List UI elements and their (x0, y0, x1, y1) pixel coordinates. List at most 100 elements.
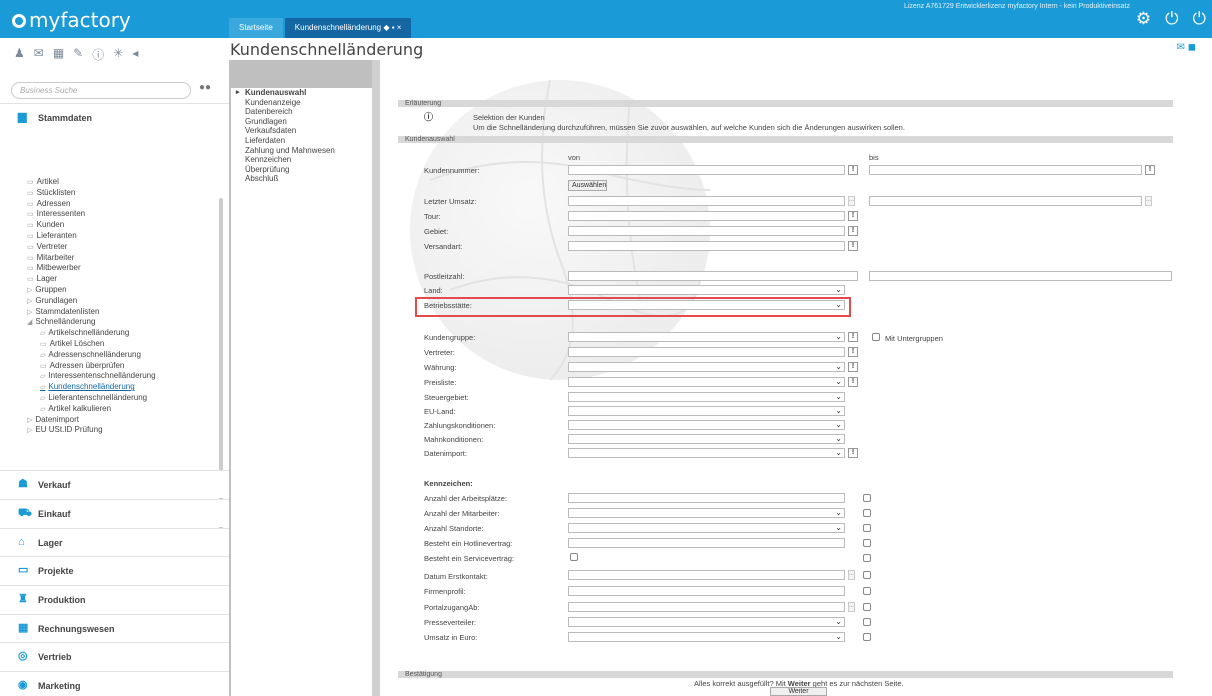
section-stammdaten[interactable]: ▆ Stammdaten (0, 103, 229, 131)
nav-artikelschnellaenderung[interactable]: ▱ Artikelschnelländerung (27, 328, 223, 339)
waehrung-lookup[interactable]: ! (848, 362, 858, 372)
datenimport-lookup[interactable]: ! (848, 448, 858, 458)
chat-icon[interactable]: ✎ (73, 46, 83, 63)
letzter-umsatz-von-input[interactable] (568, 196, 845, 206)
app-logo[interactable]: myfactory (12, 8, 131, 32)
portal-checkbox[interactable] (863, 603, 871, 611)
section-lager[interactable]: ⌂ Lager (0, 528, 229, 556)
kundengruppe-select[interactable]: ⌄ (568, 332, 845, 342)
letzter-umsatz-bis-input[interactable] (869, 196, 1142, 206)
postleitzahl-von-input[interactable] (568, 271, 858, 281)
land-select[interactable]: ⌄ (568, 285, 845, 295)
letzter-umsatz-von-picker[interactable]: ... (848, 196, 855, 206)
standorte-checkbox[interactable] (863, 524, 871, 532)
zahlungskonditionen-select[interactable]: ⌄ (568, 420, 845, 430)
service-checkbox[interactable] (863, 554, 871, 562)
nav-artikel[interactable]: ▭ Artikel (27, 177, 223, 188)
pin-icon[interactable]: ♟ (14, 46, 25, 63)
wizard-step-kundenauswahl[interactable]: Kundenauswahl (231, 88, 373, 98)
erstkontakt-input[interactable] (568, 570, 845, 580)
tab-controls-icon[interactable]: ◆ ▪ × (383, 23, 401, 32)
tab-kundenschnellaenderung[interactable]: Kundenschnelländerung ◆ ▪ × (284, 18, 412, 38)
datenimport-select[interactable]: ⌄ (568, 448, 845, 458)
business-search-input[interactable]: Business Suche (11, 82, 191, 99)
mitarbeiter-select[interactable]: ⌄ (568, 508, 845, 518)
service-value-checkbox[interactable] (570, 553, 578, 561)
kundennummer-von-input[interactable] (568, 165, 845, 175)
nav-vertreter[interactable]: ▭ Vertreter (27, 242, 223, 253)
calendar-icon[interactable]: ▦ (53, 46, 64, 63)
tour-input[interactable] (568, 211, 845, 221)
search-options-icon[interactable]: ●● (199, 82, 211, 93)
auswaehlen-button[interactable]: Auswählen (568, 180, 607, 191)
postleitzahl-bis-input[interactable] (869, 271, 1172, 281)
tab-startseite[interactable]: Startseite (229, 18, 283, 38)
nav-datenimport[interactable]: ▷ Datenimport (27, 415, 223, 426)
nav-mitarbeiter[interactable]: ▭ Mitarbeiter (27, 253, 223, 264)
vertreter-input[interactable] (568, 347, 845, 357)
nav-artikel-kalkulieren[interactable]: ▱ Artikel kalkulieren (27, 404, 223, 415)
standorte-select[interactable]: ⌄ (568, 523, 845, 533)
kundennummer-bis-lookup[interactable]: ! (1145, 165, 1155, 175)
nav-artikel-loeschen[interactable]: ▭ Artikel Löschen (27, 339, 223, 350)
nav-interessenten[interactable]: ▭ Interessenten (27, 209, 223, 220)
section-marketing[interactable]: ◉ Marketing (0, 671, 229, 696)
erstkontakt-checkbox[interactable] (863, 571, 871, 579)
firmenprofil-input[interactable] (568, 586, 845, 596)
tour-lookup[interactable]: ! (848, 211, 858, 221)
nav-adressenschnellaenderung[interactable]: ▱ Adressenschnelländerung (27, 350, 223, 361)
nav-adressen-ueberpruefen[interactable]: ▭ Adressen überprüfen (27, 361, 223, 372)
gebiet-input[interactable] (568, 226, 845, 236)
mahnkonditionen-select[interactable]: ⌄ (568, 434, 845, 444)
wizard-step-verkaufsdaten[interactable]: Verkaufsdaten (231, 126, 373, 136)
wizard-step-kundenanzeige[interactable]: Kundenanzeige (231, 98, 373, 108)
presse-select[interactable]: ⌄ (568, 617, 845, 627)
nav-eu-ustid[interactable]: ▷ EU USt.ID Prüfung (27, 425, 223, 436)
wizard-step-abschluss[interactable]: Abschluß (231, 174, 373, 184)
gear-icon[interactable]: ⚙ (1136, 9, 1151, 29)
kundennummer-von-lookup[interactable]: ! (848, 165, 858, 175)
section-vertrieb[interactable]: ◎ Vertrieb (0, 642, 229, 670)
nav-lager[interactable]: ▭ Lager (27, 274, 223, 285)
nav-stuecklisten[interactable]: ▭ Stücklisten (27, 188, 223, 199)
nav-mitbewerber[interactable]: ▭ Mitbewerber (27, 263, 223, 274)
nav-grundlagen[interactable]: ▷ Grundlagen (27, 296, 223, 307)
wizard-step-zahlung[interactable]: Zahlung und Mahnwesen (231, 146, 373, 156)
weiter-button[interactable]: Weiter (770, 687, 827, 696)
portal-input[interactable] (568, 602, 845, 612)
waehrung-select[interactable]: ⌄ (568, 362, 845, 372)
nav-interessentenschnellaenderung[interactable]: ▱ Interessentenschnelländerung (27, 371, 223, 382)
info-icon[interactable]: ⓘ (92, 46, 104, 63)
arbeitsplaetze-checkbox[interactable] (863, 494, 871, 502)
wizard-step-kennzeichen[interactable]: Kennzeichen (231, 155, 373, 165)
vertreter-lookup[interactable]: ! (848, 347, 858, 357)
power-icon[interactable]: ⏻ (1165, 9, 1178, 29)
logout-icon[interactable]: ⏻ (1193, 9, 1206, 29)
mail-icon[interactable]: ✉ ◼ (1177, 42, 1196, 53)
wizard-step-lieferdaten[interactable]: Lieferdaten (231, 136, 373, 146)
firmenprofil-checkbox[interactable] (863, 587, 871, 595)
section-projekte[interactable]: ▭ Projekte (0, 556, 229, 584)
nav-stammdatenlisten[interactable]: ▷ Stammdatenlisten (27, 307, 223, 318)
steuergebiet-select[interactable]: ⌄ (568, 392, 845, 402)
hotline-checkbox[interactable] (863, 539, 871, 547)
nav-adressen[interactable]: ▭ Adressen (27, 199, 223, 210)
section-produktion[interactable]: ♜ Produktion (0, 585, 229, 613)
presse-checkbox[interactable] (863, 618, 871, 626)
umsatz-select[interactable]: ⌄ (568, 632, 845, 642)
versandart-lookup[interactable]: ! (848, 241, 858, 251)
nav-schnellaenderung[interactable]: ◢ Schnelländerung (27, 317, 223, 328)
mit-untergruppen-checkbox[interactable] (872, 333, 880, 341)
mitarbeiter-checkbox[interactable] (863, 509, 871, 517)
portal-picker[interactable]: ... (848, 602, 855, 612)
erstkontakt-picker[interactable]: ... (848, 570, 855, 580)
section-einkauf[interactable]: ⛟ Einkauf (0, 499, 229, 527)
kundengruppe-lookup[interactable]: ! (848, 332, 858, 342)
section-rechnungswesen[interactable]: ▦ Rechnungswesen (0, 614, 229, 642)
preisliste-lookup[interactable]: ! (848, 377, 858, 387)
wizard-step-ueberpruefung[interactable]: Überprüfung (231, 165, 373, 175)
letzter-umsatz-bis-picker[interactable]: ... (1145, 196, 1152, 206)
settings-small-icon[interactable]: ✳ (113, 46, 123, 63)
arbeitsplaetze-input[interactable] (568, 493, 845, 503)
nav-lieferanten[interactable]: ▭ Lieferanten (27, 231, 223, 242)
